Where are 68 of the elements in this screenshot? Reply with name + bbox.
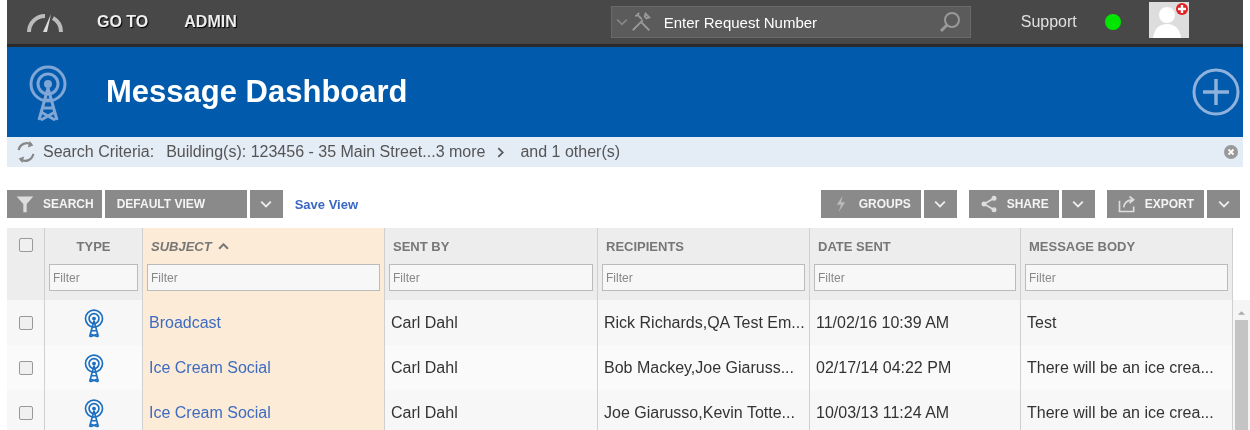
view-dropdown-button[interactable] — [249, 190, 283, 218]
filter-field[interactable]: Filter — [389, 264, 593, 291]
chevron-down-icon — [1072, 200, 1085, 208]
table-cell: 11/02/16 10:39 AM — [816, 313, 950, 332]
request-search-field[interactable]: Enter Request Number — [610, 6, 971, 38]
criteria-label: Search Criteria: — [43, 143, 155, 161]
table-cell: Joe Giarusso,Kevin Totte... — [604, 403, 795, 422]
broadcast-tower-icon — [82, 397, 105, 428]
filter-field[interactable]: Filter — [49, 264, 138, 291]
table-cell: Carl Dahl — [391, 403, 458, 422]
filter-field[interactable]: Filter — [814, 264, 1016, 291]
table-cell: 10/03/13 11:24 AM — [816, 403, 950, 422]
filter-field[interactable]: Filter — [1025, 264, 1228, 291]
column-header[interactable]: RECIPIENTS — [602, 228, 805, 264]
tools-icon — [629, 11, 652, 33]
column-header[interactable]: SUBJECT — [147, 228, 380, 264]
column-header[interactable]: TYPE — [49, 228, 138, 264]
row-checkbox[interactable] — [18, 405, 33, 420]
broadcast-tower-icon — [82, 352, 105, 383]
clear-icon[interactable] — [1224, 145, 1238, 159]
chevron-down-icon — [1217, 200, 1230, 208]
criteria-buildings[interactable]: Building(s): 123456 - 35 Main Street...3 more — [166, 143, 486, 161]
column-header[interactable]: MESSAGE BODY — [1025, 228, 1228, 264]
share-button[interactable]: SHARE — [968, 190, 1059, 218]
view-select[interactable]: DEFAULT VIEW — [104, 190, 247, 218]
avatar-icon[interactable] — [1148, 2, 1189, 38]
table-cell: Bob Mackey,Joe Giaruss... — [604, 358, 794, 377]
chevron-right-icon[interactable] — [497, 146, 505, 158]
subject-link[interactable]: Broadcast — [149, 313, 222, 332]
column-header[interactable]: SENT BY — [389, 228, 593, 264]
export-dropdown-button[interactable] — [1207, 190, 1240, 218]
refresh-icon[interactable] — [15, 139, 37, 165]
scroll-up-icon[interactable] — [1237, 310, 1246, 316]
broadcast-tower-icon — [82, 307, 105, 338]
menu-item[interactable]: ADMIN — [184, 13, 237, 31]
table-cell: Carl Dahl — [391, 313, 458, 332]
row-checkbox[interactable] — [18, 360, 33, 375]
table-cell: There will be an ice crea... — [1027, 403, 1214, 422]
chevron-down-icon — [934, 200, 947, 208]
chevron-down-icon[interactable] — [615, 18, 628, 26]
filter-field[interactable]: Filter — [147, 264, 380, 291]
table-cell: Test — [1027, 313, 1057, 332]
column-header[interactable]: DATE SENT — [814, 228, 1016, 264]
criteria-others[interactable]: and 1 other(s) — [520, 143, 621, 161]
save-view-link[interactable]: Save View — [294, 196, 359, 212]
request-number-input[interactable]: Enter Request Number — [661, 12, 938, 32]
table-cell: Rick Richards,QA Test Em... — [604, 313, 805, 332]
search-icon[interactable] — [937, 10, 962, 34]
groups-dropdown-button[interactable] — [923, 190, 957, 218]
groups-button[interactable]: GROUPS — [820, 190, 921, 218]
support-link[interactable]: Support — [1020, 13, 1077, 31]
sort-ascending-icon — [217, 242, 229, 250]
share-dropdown-button[interactable] — [1061, 190, 1095, 218]
table-cell: There will be an ice crea... — [1027, 358, 1214, 377]
export-button[interactable]: EXPORT — [1106, 190, 1204, 218]
row-checkbox[interactable] — [18, 315, 33, 330]
page-title: Message Dashboard — [106, 74, 409, 110]
filter-icon — [15, 194, 35, 214]
export-icon — [1116, 194, 1137, 214]
select-all-checkbox[interactable] — [18, 238, 33, 252]
table-cell: Carl Dahl — [391, 358, 458, 377]
chevron-down-icon — [260, 200, 273, 208]
add-icon[interactable] — [1192, 68, 1240, 116]
table-cell: 02/17/14 04:22 PM — [816, 358, 952, 377]
filter-field[interactable]: Filter — [602, 264, 805, 291]
search-button[interactable]: SEARCH — [7, 190, 102, 218]
scrollbar[interactable] — [1233, 300, 1250, 430]
menu-item[interactable]: GO TO — [97, 13, 149, 31]
